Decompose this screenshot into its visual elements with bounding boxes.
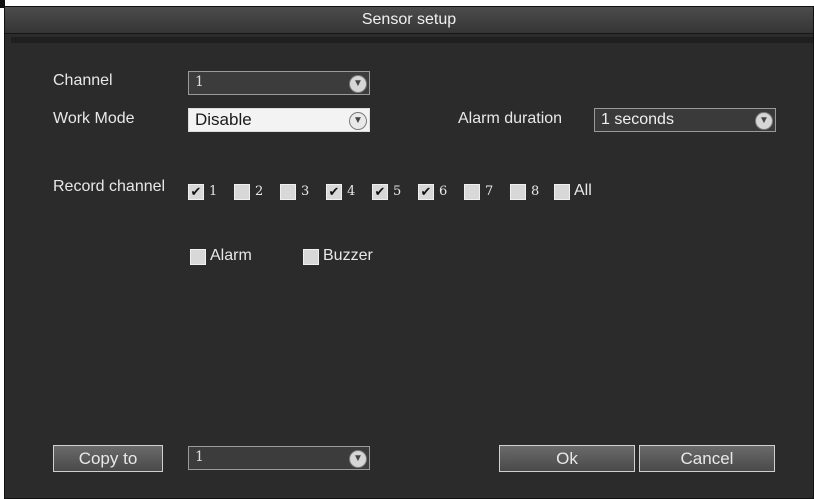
checkbox-unchecked-icon[interactable] xyxy=(190,249,206,265)
cancel-button[interactable]: Cancel xyxy=(639,445,775,472)
chevron-down-icon[interactable]: ▼ xyxy=(349,112,367,130)
title-divider xyxy=(11,37,813,43)
checkbox-checked-icon[interactable]: ✔ xyxy=(326,184,342,200)
copy-to-value: 1 xyxy=(195,449,204,465)
work-mode-label: Work Mode xyxy=(53,110,135,127)
chevron-down-icon[interactable]: ▼ xyxy=(755,112,773,130)
checkbox-unchecked-icon[interactable] xyxy=(303,249,319,265)
alarm-duration-value: 1 seconds xyxy=(601,111,674,128)
alarm-duration-select[interactable]: 1 seconds ▼ xyxy=(594,108,776,132)
channel-select[interactable]: 1 ▼ xyxy=(188,71,370,95)
channel-number: 4 xyxy=(347,184,356,199)
channel-number: 7 xyxy=(485,184,494,199)
checkbox-unchecked-icon[interactable] xyxy=(554,184,570,200)
record-channel-label: Record channel xyxy=(53,178,166,195)
checkbox-unchecked-icon[interactable] xyxy=(280,184,296,200)
chevron-down-icon[interactable]: ▼ xyxy=(349,450,367,468)
channel-value: 1 xyxy=(195,74,204,90)
channel-number: 1 xyxy=(209,184,218,199)
ok-button[interactable]: Ok xyxy=(499,445,635,472)
all-label: All xyxy=(574,182,592,199)
channel-number: 5 xyxy=(393,184,402,199)
work-mode-select[interactable]: Disable ▼ xyxy=(188,108,370,132)
buzzer-label: Buzzer xyxy=(323,247,373,264)
copy-to-select[interactable]: 1 ▼ xyxy=(188,446,370,470)
channel-number: 3 xyxy=(301,184,310,199)
sensor-setup-dialog: Sensor setup Channel 1 ▼ Work Mode Disab… xyxy=(4,6,814,499)
checkbox-unchecked-icon[interactable] xyxy=(464,184,480,200)
channel-number: 2 xyxy=(255,184,264,199)
channel-number: 8 xyxy=(531,184,540,199)
alarm-duration-label: Alarm duration xyxy=(458,110,563,127)
copy-to-button[interactable]: Copy to xyxy=(53,445,163,472)
checkbox-unchecked-icon[interactable] xyxy=(510,184,526,200)
work-mode-value: Disable xyxy=(195,110,252,129)
dialog-title: Sensor setup xyxy=(5,7,813,34)
checkbox-checked-icon[interactable]: ✔ xyxy=(372,184,388,200)
checkbox-unchecked-icon[interactable] xyxy=(234,184,250,200)
checkbox-checked-icon[interactable]: ✔ xyxy=(188,184,204,200)
checkbox-checked-icon[interactable]: ✔ xyxy=(418,184,434,200)
chevron-down-icon[interactable]: ▼ xyxy=(349,75,367,93)
channel-number: 6 xyxy=(439,184,448,199)
alarm-label: Alarm xyxy=(210,247,252,264)
channel-label: Channel xyxy=(53,72,113,89)
